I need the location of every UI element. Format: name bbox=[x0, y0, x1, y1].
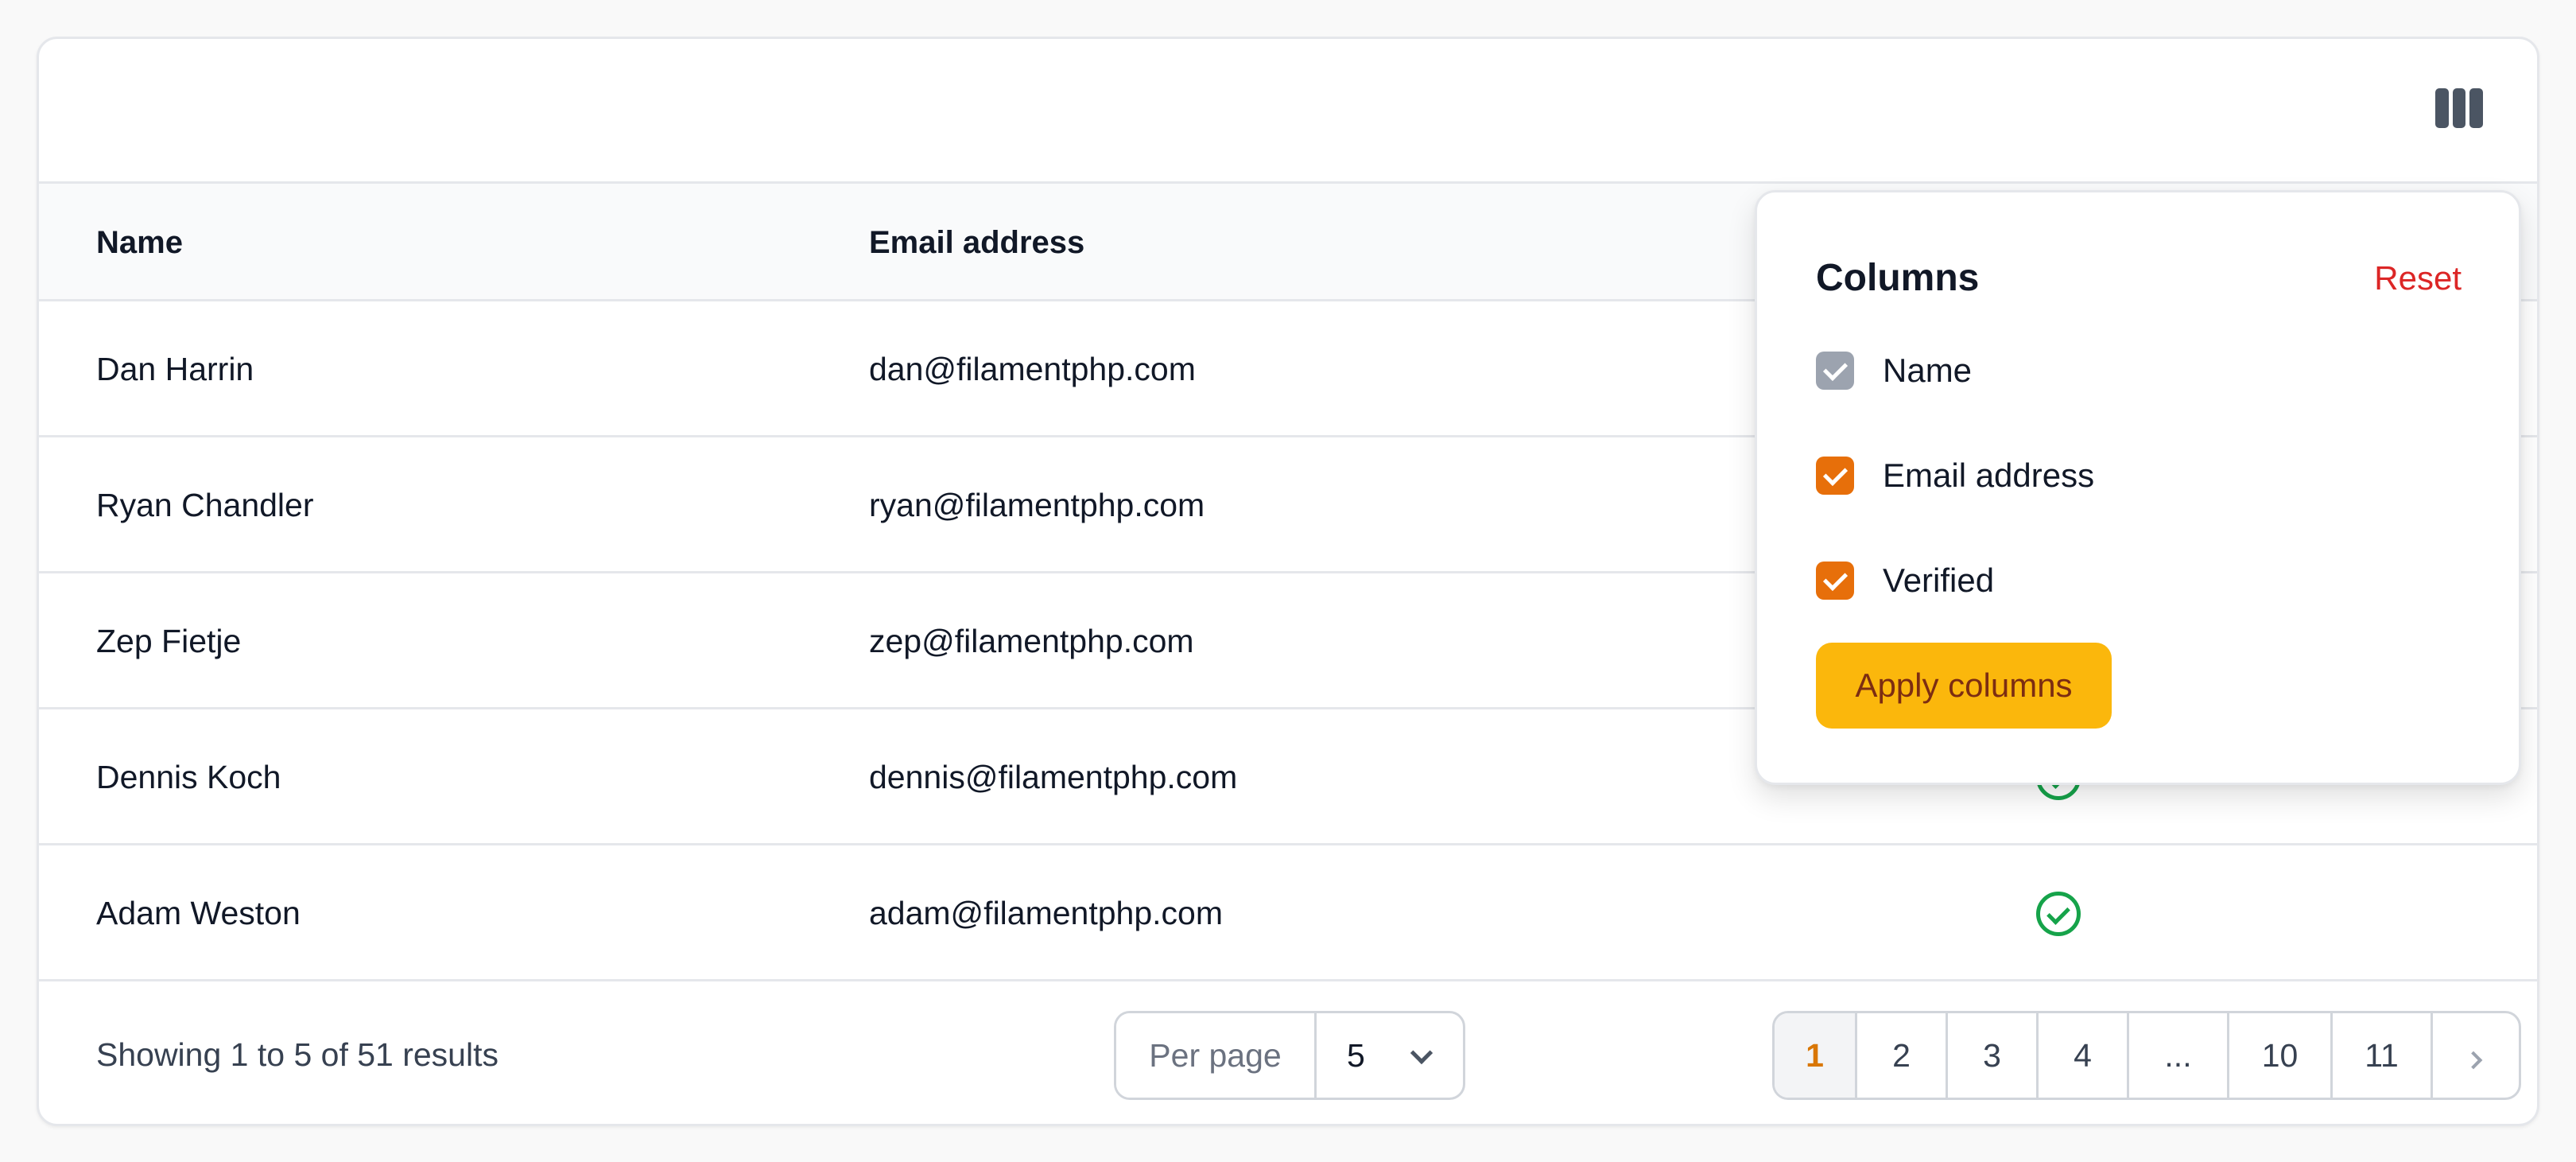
cell-email: dennis@filamentphp.com bbox=[869, 759, 1238, 795]
column-option-label: Email address bbox=[1883, 457, 2095, 494]
next-page-button[interactable] bbox=[2433, 1013, 2519, 1098]
reset-columns-button[interactable]: Reset bbox=[2374, 259, 2462, 297]
per-page-select[interactable]: Per page 5 bbox=[1114, 1011, 1465, 1100]
cell-name: Adam Weston bbox=[96, 895, 301, 931]
column-option-name: Name bbox=[1816, 350, 1972, 391]
column-checkbox-name bbox=[1816, 352, 1854, 390]
results-summary: Showing 1 to 5 of 51 results bbox=[96, 1036, 499, 1073]
column-manager-dropdown: Columns Reset Name Email address Verifie… bbox=[1755, 190, 2521, 785]
page-ellipsis: ... bbox=[2129, 1013, 2229, 1098]
cell-email: adam@filamentphp.com bbox=[869, 895, 1223, 931]
page-button-3[interactable]: 3 bbox=[1948, 1013, 2039, 1098]
page-button-1[interactable]: 1 bbox=[1775, 1013, 1857, 1098]
column-option-verified[interactable]: Verified bbox=[1816, 560, 1994, 601]
column-option-email[interactable]: Email address bbox=[1816, 455, 2094, 496]
cell-name: Zep Fietje bbox=[96, 623, 242, 659]
column-manager-title: Columns bbox=[1816, 257, 1980, 299]
cell-email: zep@filamentphp.com bbox=[869, 623, 1194, 659]
page-button-11[interactable]: 11 bbox=[2333, 1013, 2433, 1098]
table-toolbar bbox=[39, 39, 2537, 184]
column-checkbox-verified[interactable] bbox=[1816, 562, 1854, 600]
column-option-label: Name bbox=[1883, 352, 1973, 389]
columns-icon[interactable] bbox=[2435, 88, 2484, 128]
table-row[interactable]: Adam Weston adam@filamentphp.com bbox=[39, 845, 2537, 981]
table-card: Name Email address Dan Harrin dan@filame… bbox=[37, 37, 2539, 1126]
pagination: 1 2 3 4 ... 10 11 bbox=[1772, 1011, 2521, 1100]
table-footer: Showing 1 to 5 of 51 results Per page 5 … bbox=[39, 981, 2537, 1124]
cell-name: Ryan Chandler bbox=[96, 487, 314, 523]
per-page-label: Per page bbox=[1116, 1013, 1317, 1098]
per-page-value: 5 bbox=[1347, 1037, 1365, 1074]
page-button-2[interactable]: 2 bbox=[1857, 1013, 1948, 1098]
column-header-email[interactable]: Email address bbox=[869, 184, 1084, 301]
column-checkbox-email[interactable] bbox=[1816, 457, 1854, 495]
chevron-right-icon bbox=[2464, 1051, 2483, 1070]
cell-name: Dan Harrin bbox=[96, 351, 254, 387]
cell-name: Dennis Koch bbox=[96, 759, 281, 795]
column-header-name[interactable]: Name bbox=[96, 184, 183, 301]
per-page-dropdown[interactable]: 5 bbox=[1317, 1013, 1463, 1098]
column-option-label: Verified bbox=[1883, 562, 1995, 599]
cell-email: dan@filamentphp.com bbox=[869, 351, 1196, 387]
verified-check-icon bbox=[2036, 892, 2081, 936]
page-button-10[interactable]: 10 bbox=[2229, 1013, 2333, 1098]
cell-email: ryan@filamentphp.com bbox=[869, 487, 1205, 523]
apply-columns-button[interactable]: Apply columns bbox=[1816, 643, 2112, 729]
page-button-4[interactable]: 4 bbox=[2039, 1013, 2129, 1098]
chevron-down-icon bbox=[1410, 1041, 1433, 1065]
